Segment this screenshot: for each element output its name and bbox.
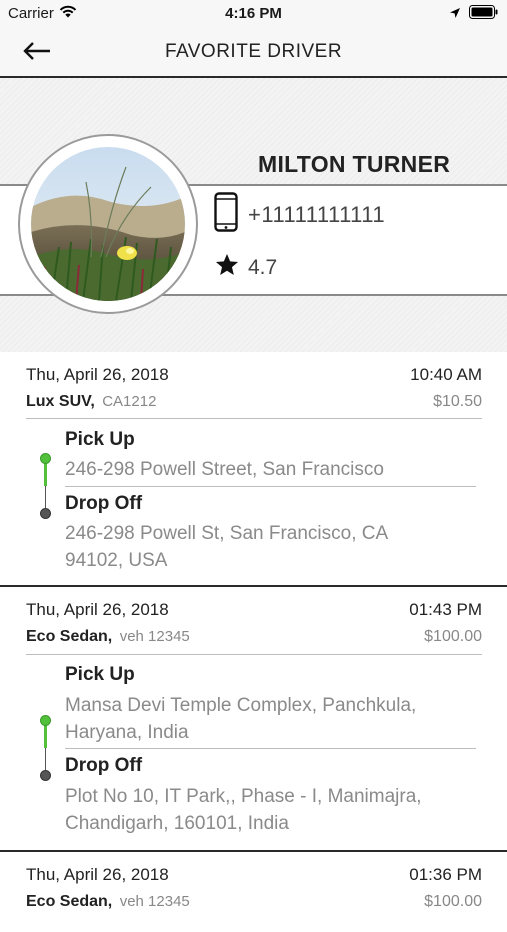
ride-vehicle: Lux SUV, CA1212 bbox=[26, 393, 156, 411]
pickup-dot-icon bbox=[40, 715, 51, 726]
ride-card[interactable]: Thu, April 26, 2018 10:40 AM Lux SUV, CA… bbox=[0, 352, 507, 587]
star-icon bbox=[214, 252, 240, 283]
vehicle-type: Lux SUV, bbox=[26, 393, 95, 410]
divider bbox=[65, 748, 476, 749]
driver-phone[interactable]: +11111111111 bbox=[214, 192, 385, 237]
ride-price: $100.00 bbox=[424, 628, 482, 645]
ride-price: $10.50 bbox=[433, 393, 482, 410]
vehicle-type: Eco Sedan, bbox=[26, 628, 113, 645]
pickup-address: Mansa Devi Temple Complex, Panchkula, Ha… bbox=[65, 695, 417, 743]
ride-card[interactable]: Thu, April 26, 2018 01:36 PM Eco Sedan, … bbox=[0, 852, 507, 932]
vehicle-plate: veh 12345 bbox=[119, 893, 190, 910]
battery-icon bbox=[469, 5, 499, 23]
ride-time: 10:40 AM bbox=[410, 365, 482, 384]
dropoff-dot-icon bbox=[40, 770, 51, 781]
pickup-dot-icon bbox=[40, 453, 51, 464]
ride-date: Thu, April 26, 2018 bbox=[26, 600, 169, 619]
ride-price: $100.00 bbox=[424, 893, 482, 910]
status-time: 4:16 PM bbox=[225, 5, 282, 22]
dropoff-dot-icon bbox=[40, 508, 51, 519]
ride-vehicle: Eco Sedan, veh 12345 bbox=[26, 628, 190, 646]
divider bbox=[26, 654, 482, 655]
status-bar: Carrier 4:16 PM bbox=[0, 0, 507, 28]
location-arrow-icon bbox=[449, 6, 461, 23]
phone-number[interactable]: +11111111111 bbox=[248, 202, 385, 228]
dropoff-label: Drop Off bbox=[65, 755, 143, 776]
ride-time: 01:43 PM bbox=[409, 600, 482, 619]
ride-vehicle: Eco Sedan, veh 12345 bbox=[26, 893, 190, 911]
dropoff-address: 246-298 Powell St, San Francisco, CA 941… bbox=[65, 523, 388, 571]
status-right bbox=[449, 5, 499, 23]
ride-time: 01:36 PM bbox=[409, 865, 482, 884]
pickup-label: Pick Up bbox=[65, 429, 135, 450]
pickup-label: Pick Up bbox=[65, 664, 135, 685]
mobile-phone-icon bbox=[214, 192, 238, 237]
nav-bar: FAVORITE DRIVER bbox=[0, 28, 507, 78]
route-track bbox=[40, 453, 51, 519]
driver-rating: 4.7 bbox=[214, 252, 277, 283]
vehicle-plate: CA1212 bbox=[102, 393, 157, 410]
dropoff-label: Drop Off bbox=[65, 493, 143, 514]
divider bbox=[26, 418, 482, 419]
route-track bbox=[40, 715, 51, 781]
page-title: FAVORITE DRIVER bbox=[164, 41, 343, 62]
vehicle-plate: veh 12345 bbox=[119, 628, 190, 645]
avatar-frame bbox=[18, 134, 198, 314]
pickup-address: 246-298 Powell Street, San Francisco bbox=[65, 459, 384, 480]
avatar bbox=[31, 147, 185, 301]
driver-name: MILTON TURNER bbox=[258, 151, 451, 177]
route-line-end bbox=[45, 486, 46, 508]
driver-profile-header: MILTON TURNER +11111111111 4.7 bbox=[0, 78, 507, 352]
ride-date: Thu, April 26, 2018 bbox=[26, 865, 169, 884]
rating-value: 4.7 bbox=[248, 255, 278, 279]
divider bbox=[65, 486, 476, 487]
ride-date: Thu, April 26, 2018 bbox=[26, 365, 169, 384]
route-line-end bbox=[45, 748, 46, 770]
vehicle-type: Eco Sedan, bbox=[26, 893, 113, 910]
ride-card[interactable]: Thu, April 26, 2018 01:43 PM Eco Sedan, … bbox=[0, 587, 507, 852]
dropoff-address: Plot No 10, IT Park,, Phase - I, Manimaj… bbox=[65, 786, 422, 834]
